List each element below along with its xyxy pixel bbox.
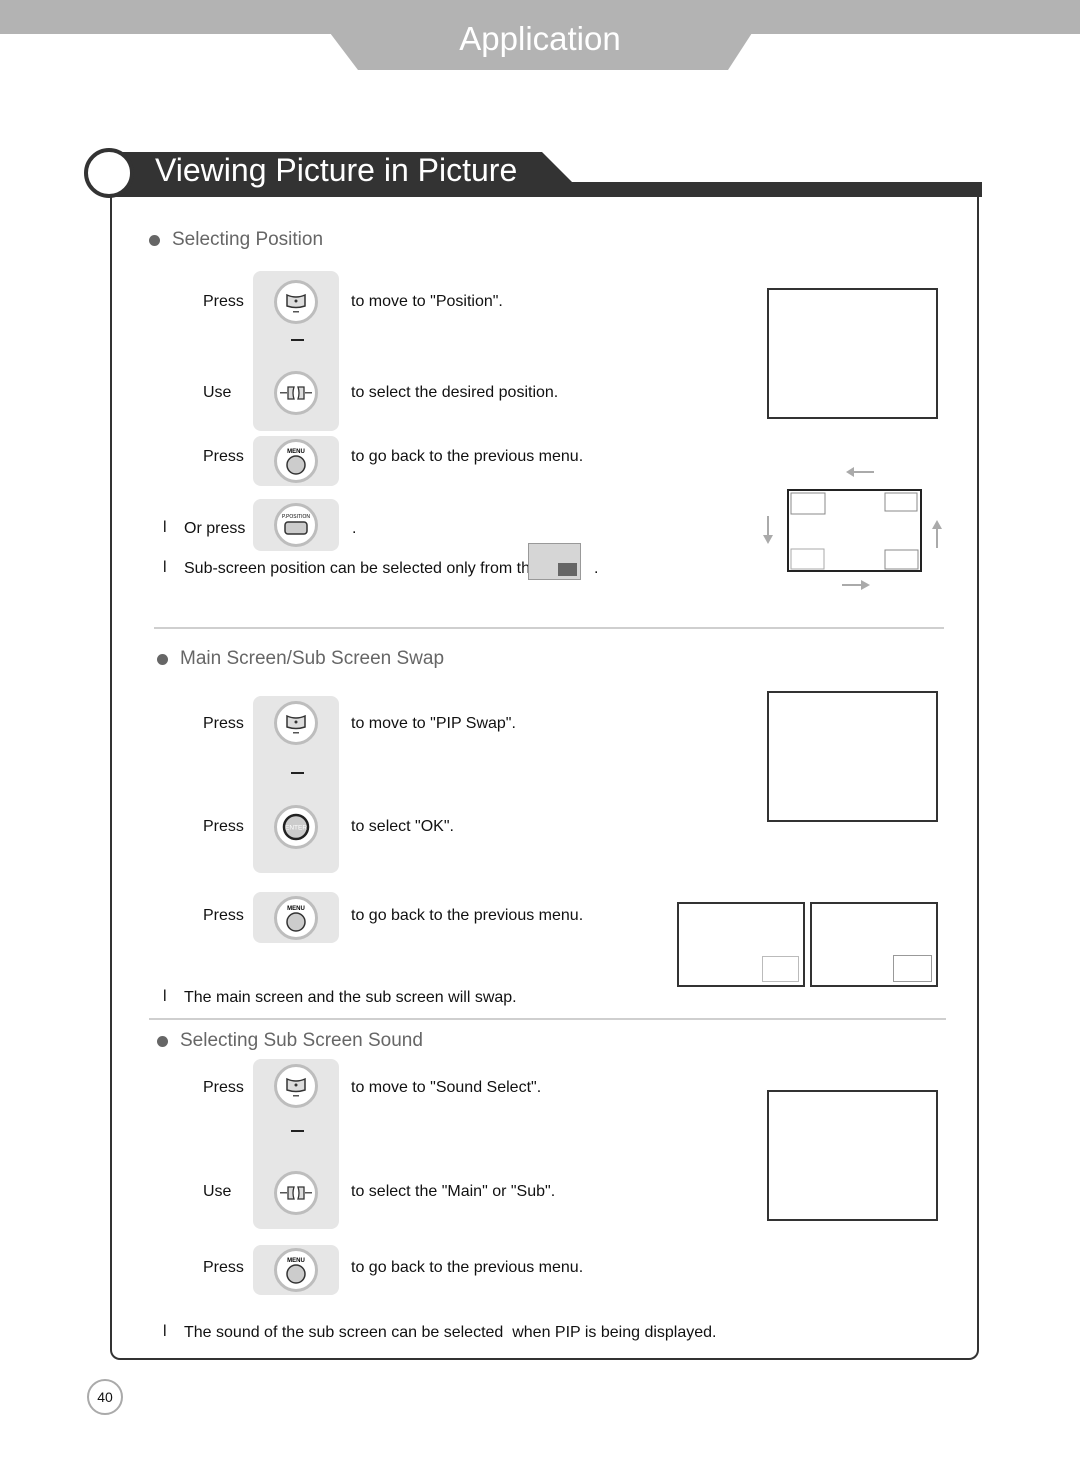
section-heading-sub-sound: Selecting Sub Screen Sound bbox=[157, 1030, 423, 1052]
step-verb: Use bbox=[203, 384, 232, 401]
note-bullet: l bbox=[163, 988, 167, 1005]
note-suffix: . bbox=[594, 560, 599, 577]
note-bullet: l bbox=[163, 559, 167, 576]
screen-illustration bbox=[767, 1090, 938, 1221]
vol-left-right-icon bbox=[280, 386, 312, 400]
step-description: to move to "Sound Select". bbox=[351, 1079, 542, 1096]
section-divider bbox=[154, 627, 944, 629]
note-text: Sub-screen position can be selected only… bbox=[184, 560, 539, 577]
step-verb: Press bbox=[203, 818, 244, 835]
page-title: Viewing Picture in Picture bbox=[155, 152, 518, 188]
step-verb: Press bbox=[203, 1079, 244, 1096]
menu-button[interactable]: MENU bbox=[274, 896, 318, 940]
swap-after-illustration bbox=[810, 902, 938, 987]
vol-left-right-button[interactable] bbox=[274, 1171, 318, 1215]
step-verb: Press bbox=[203, 293, 244, 310]
banner-circle-icon bbox=[84, 148, 134, 198]
menu-button[interactable]: MENU bbox=[274, 1248, 318, 1292]
note-bullet: l bbox=[163, 1323, 167, 1340]
pr-down-button[interactable] bbox=[274, 280, 318, 324]
svg-text:MENU: MENU bbox=[287, 449, 305, 455]
step-description: to go back to the previous menu. bbox=[351, 448, 584, 465]
step-description: to move to "PIP Swap". bbox=[351, 715, 516, 732]
step-description: to go back to the previous menu. bbox=[351, 907, 584, 924]
svg-text:MENU: MENU bbox=[287, 906, 305, 912]
step-description: to move to "Position". bbox=[351, 293, 503, 310]
menu-button[interactable]: MENU bbox=[274, 439, 318, 483]
pr-down-icon bbox=[286, 293, 306, 313]
position-cycle-diagram bbox=[763, 467, 942, 590]
separator-dash bbox=[291, 1130, 304, 1132]
note-suffix: . bbox=[352, 520, 357, 537]
p-position-button[interactable]: P.POSITION bbox=[274, 503, 318, 547]
screen-illustration bbox=[767, 691, 938, 822]
bullet-dot-icon bbox=[149, 234, 160, 246]
chapter-title: Application bbox=[459, 20, 621, 57]
swap-before-illustration bbox=[677, 902, 805, 987]
step-verb: Press bbox=[203, 715, 244, 732]
p-position-icon: P.POSITION bbox=[282, 514, 310, 535]
enter-icon: ENTER bbox=[282, 813, 310, 841]
bullet-dot-icon bbox=[157, 653, 168, 665]
note-text: Or press bbox=[184, 520, 246, 537]
note-text: The sound of the sub screen can be selec… bbox=[184, 1324, 717, 1341]
svg-text:MENU: MENU bbox=[287, 1258, 305, 1264]
menu-icon: MENU bbox=[286, 906, 306, 932]
enter-button[interactable]: ENTER bbox=[274, 805, 318, 849]
step-verb: Press bbox=[203, 1259, 244, 1276]
note-bullet: l bbox=[163, 519, 167, 536]
note-text: The main screen and the sub screen will … bbox=[184, 989, 517, 1006]
section-divider bbox=[149, 1018, 946, 1020]
pr-down-button[interactable] bbox=[274, 1064, 318, 1108]
vol-left-right-button[interactable] bbox=[274, 371, 318, 415]
screen-illustration bbox=[767, 288, 938, 419]
step-description: to select "OK". bbox=[351, 818, 454, 835]
separator-dash bbox=[291, 772, 304, 774]
step-verb: Use bbox=[203, 1183, 232, 1200]
step-description: to select the "Main" or "Sub". bbox=[351, 1183, 556, 1200]
pr-down-icon bbox=[286, 1077, 306, 1097]
separator-dash bbox=[291, 339, 304, 341]
section-heading-selecting-position: Selecting Position bbox=[149, 229, 323, 251]
svg-text:ENTER: ENTER bbox=[285, 825, 307, 832]
vol-left-right-icon bbox=[280, 1186, 312, 1200]
section-heading-swap: Main Screen/Sub Screen Swap bbox=[157, 648, 444, 670]
bullet-dot-icon bbox=[157, 1035, 168, 1047]
pip-mode-icon bbox=[528, 543, 581, 580]
menu-icon: MENU bbox=[286, 1258, 306, 1284]
step-verb: Press bbox=[203, 448, 244, 465]
pr-down-icon bbox=[286, 714, 306, 734]
page-number: 40 bbox=[87, 1379, 123, 1415]
step-description: to select the desired position. bbox=[351, 384, 559, 401]
pr-down-button[interactable] bbox=[274, 701, 318, 745]
step-description: to go back to the previous menu. bbox=[351, 1259, 584, 1276]
svg-text:P.POSITION: P.POSITION bbox=[282, 514, 310, 520]
menu-icon: MENU bbox=[286, 449, 306, 475]
step-verb: Press bbox=[203, 907, 244, 924]
